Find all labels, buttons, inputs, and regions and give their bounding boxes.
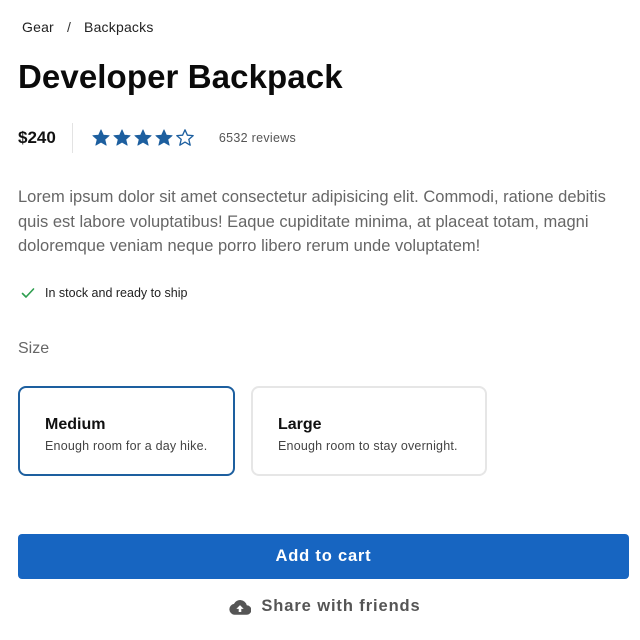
share-label: Share with friends <box>261 597 421 615</box>
review-count-link[interactable]: 6532 reviews <box>219 131 296 145</box>
check-icon <box>21 288 35 298</box>
size-option-description: Enough room for a day hike. <box>45 439 208 453</box>
share-button[interactable]: Share with friends <box>0 597 640 616</box>
star-filled-icon <box>155 129 173 146</box>
cloud-upload-icon <box>229 599 252 615</box>
breadcrumb-separator: / <box>66 19 72 35</box>
star-outline-icon <box>175 129 194 146</box>
breadcrumb-item-gear[interactable]: Gear <box>22 19 54 35</box>
divider <box>71 123 73 153</box>
stock-text: In stock and ready to ship <box>45 286 188 300</box>
size-option-large[interactable]: Large Enough room to stay overnight. <box>251 386 487 476</box>
product-description: Lorem ipsum dolor sit amet consectetur a… <box>18 188 606 255</box>
star-filled-icon <box>92 129 110 146</box>
breadcrumb: Gear / Backpacks <box>22 19 154 35</box>
star-filled-icon <box>113 129 131 146</box>
product-title: Developer Backpack <box>18 58 343 95</box>
price-rating-row: $240 6532 reviews <box>18 122 296 154</box>
size-label: Size <box>18 340 50 357</box>
breadcrumb-item-backpacks[interactable]: Backpacks <box>84 19 154 35</box>
size-option-medium[interactable]: Medium Enough room for a day hike. <box>18 386 235 476</box>
stock-status: In stock and ready to ship <box>20 285 187 301</box>
product-price: $240 <box>18 128 56 147</box>
add-to-cart-button[interactable]: Add to cart <box>18 534 629 579</box>
size-option-name: Medium <box>45 416 106 433</box>
star-filled-icon <box>134 129 152 146</box>
size-option-name: Large <box>278 416 322 433</box>
size-option-description: Enough room to stay overnight. <box>278 439 458 453</box>
star-rating <box>91 128 195 148</box>
